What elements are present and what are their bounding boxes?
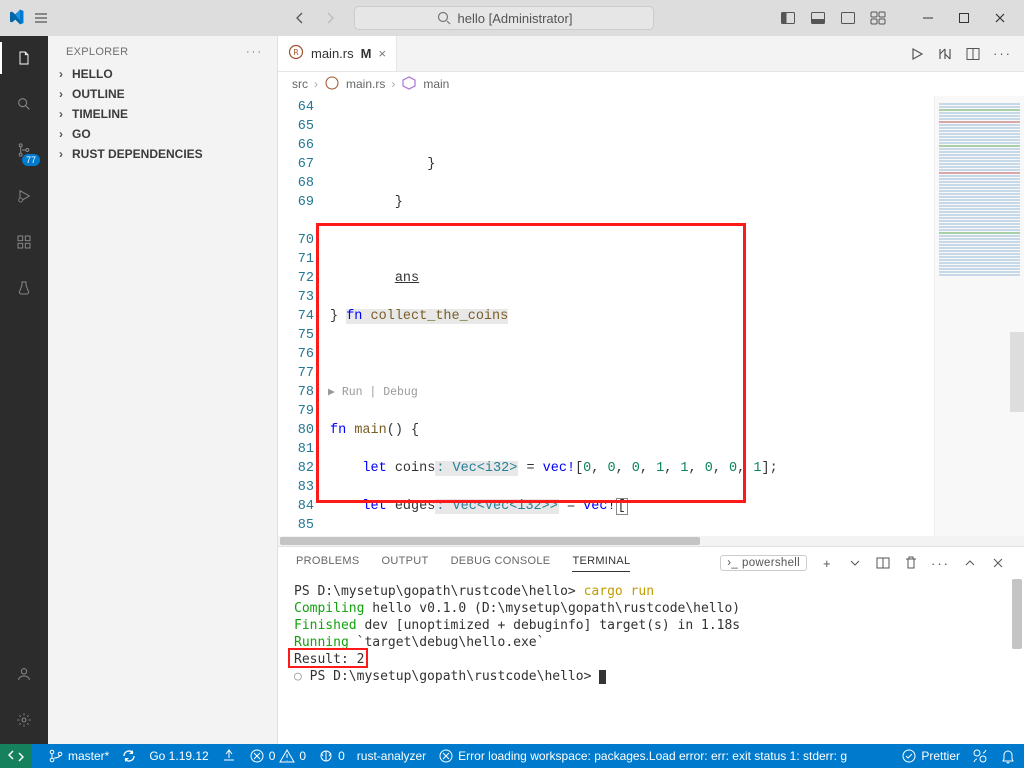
layout-panel-icon[interactable] — [810, 10, 826, 26]
vscode-logo-icon — [8, 9, 26, 27]
terminal-chevron-icon[interactable] — [847, 555, 863, 571]
tab-close-icon[interactable]: × — [378, 46, 386, 61]
status-bar: master* Go 1.19.12 0 0 0 rust-analyzer E… — [0, 744, 1024, 768]
activity-testing-icon[interactable] — [10, 274, 38, 302]
back-icon[interactable] — [292, 10, 308, 26]
code-content[interactable]: } } ans } fn collect_the_coins ▶ Run | D… — [322, 96, 934, 536]
activity-explorer-icon[interactable] — [10, 44, 38, 72]
activity-extensions-icon[interactable] — [10, 228, 38, 256]
close-icon[interactable] — [992, 10, 1008, 26]
sidebar-item-timeline[interactable]: ›TIMELINE — [48, 104, 277, 124]
terminal-trash-icon[interactable] — [903, 555, 919, 571]
status-rust-analyzer[interactable]: rust-analyzer — [357, 749, 426, 763]
panel-collapse-icon[interactable] — [962, 555, 978, 571]
status-go-update-icon[interactable] — [221, 748, 237, 764]
sidebar-item-hello[interactable]: ›HELLO — [48, 64, 277, 84]
terminal[interactable]: PS D:\mysetup\gopath\rustcode\hello> car… — [278, 579, 1024, 744]
activity-scm-icon[interactable]: 77 — [10, 136, 38, 164]
maximize-icon[interactable] — [956, 10, 972, 26]
explorer-more-icon[interactable]: ··· — [246, 46, 263, 58]
diff-icon[interactable] — [937, 46, 953, 62]
panel-tab-output[interactable]: OUTPUT — [382, 555, 429, 571]
split-icon[interactable] — [965, 46, 981, 62]
panel-close-icon[interactable] — [990, 555, 1006, 571]
editor: R main.rs M × ··· src› main.rs› main 646… — [278, 36, 1024, 744]
layout-custom-icon[interactable] — [870, 10, 886, 26]
line-gutter: 6465666768697071727374757677787980818283… — [278, 96, 322, 536]
layout-sidebar-right-icon[interactable] — [840, 10, 856, 26]
status-error-msg[interactable]: Error loading workspace: packages.Load e… — [438, 748, 847, 764]
sidebar-item-rustdeps[interactable]: ›RUST DEPENDENCIES — [48, 144, 277, 164]
status-branch[interactable]: master* — [48, 748, 109, 764]
terminal-shell-select[interactable]: ›_powershell — [720, 555, 807, 571]
status-problems[interactable]: 0 0 — [249, 748, 306, 764]
editor-more-icon[interactable]: ··· — [993, 46, 1012, 61]
minimize-icon[interactable] — [920, 10, 936, 26]
status-go[interactable]: Go 1.19.12 — [149, 749, 208, 763]
activity-debug-icon[interactable] — [10, 182, 38, 210]
scm-badge: 77 — [22, 154, 40, 166]
activity-settings-icon[interactable] — [10, 706, 38, 734]
panel: PROBLEMS OUTPUT DEBUG CONSOLE TERMINAL ›… — [278, 546, 1024, 744]
explorer-sidebar: EXPLORER ··· ›HELLO ›OUTLINE ›TIMELINE ›… — [48, 36, 278, 744]
rust-file-icon: R — [288, 44, 304, 63]
sidebar-item-outline[interactable]: ›OUTLINE — [48, 84, 277, 104]
status-sync-icon[interactable] — [121, 748, 137, 764]
minimap[interactable] — [934, 96, 1024, 536]
sidebar-item-go[interactable]: ›GO — [48, 124, 277, 144]
tab-label: main.rs — [311, 46, 354, 61]
nav-arrows — [292, 10, 338, 26]
codelens-run-debug[interactable]: ▶ Run | Debug — [328, 383, 934, 402]
editor-tabs: R main.rs M × ··· — [278, 36, 1024, 72]
menu-icon[interactable] — [32, 9, 50, 27]
breadcrumb[interactable]: src› main.rs› main — [278, 72, 1024, 96]
status-ports[interactable]: 0 — [318, 748, 345, 764]
terminal-more-icon[interactable]: ··· — [931, 556, 950, 571]
activity-search-icon[interactable] — [10, 90, 38, 118]
terminal-new-icon[interactable]: + — [819, 555, 835, 571]
symbol-function-icon — [401, 75, 417, 94]
activity-bar: 77 — [0, 36, 48, 744]
panel-tab-debug[interactable]: DEBUG CONSOLE — [451, 555, 551, 571]
command-center[interactable]: hello [Administrator] — [354, 6, 654, 30]
titlebar: hello [Administrator] — [0, 0, 1024, 36]
status-bell-icon[interactable] — [1000, 748, 1016, 764]
search-title: hello [Administrator] — [458, 11, 573, 26]
explorer-title: EXPLORER — [66, 46, 128, 58]
activity-account-icon[interactable] — [10, 660, 38, 688]
status-prettier[interactable]: Prettier — [901, 748, 960, 764]
panel-tab-problems[interactable]: PROBLEMS — [296, 555, 360, 571]
status-remote-icon[interactable] — [0, 744, 32, 768]
forward-icon[interactable] — [322, 10, 338, 26]
terminal-split-icon[interactable] — [875, 555, 891, 571]
rust-file-icon — [324, 75, 340, 94]
tab-modified: M — [361, 46, 372, 61]
tab-main-rs[interactable]: R main.rs M × — [278, 36, 397, 71]
svg-text:R: R — [294, 48, 299, 57]
run-icon[interactable] — [909, 46, 925, 62]
layout-sidebar-left-icon[interactable] — [780, 10, 796, 26]
status-feedback-icon[interactable] — [972, 748, 988, 764]
editor-hscroll[interactable] — [278, 536, 1024, 546]
panel-tab-terminal[interactable]: TERMINAL — [572, 555, 630, 572]
